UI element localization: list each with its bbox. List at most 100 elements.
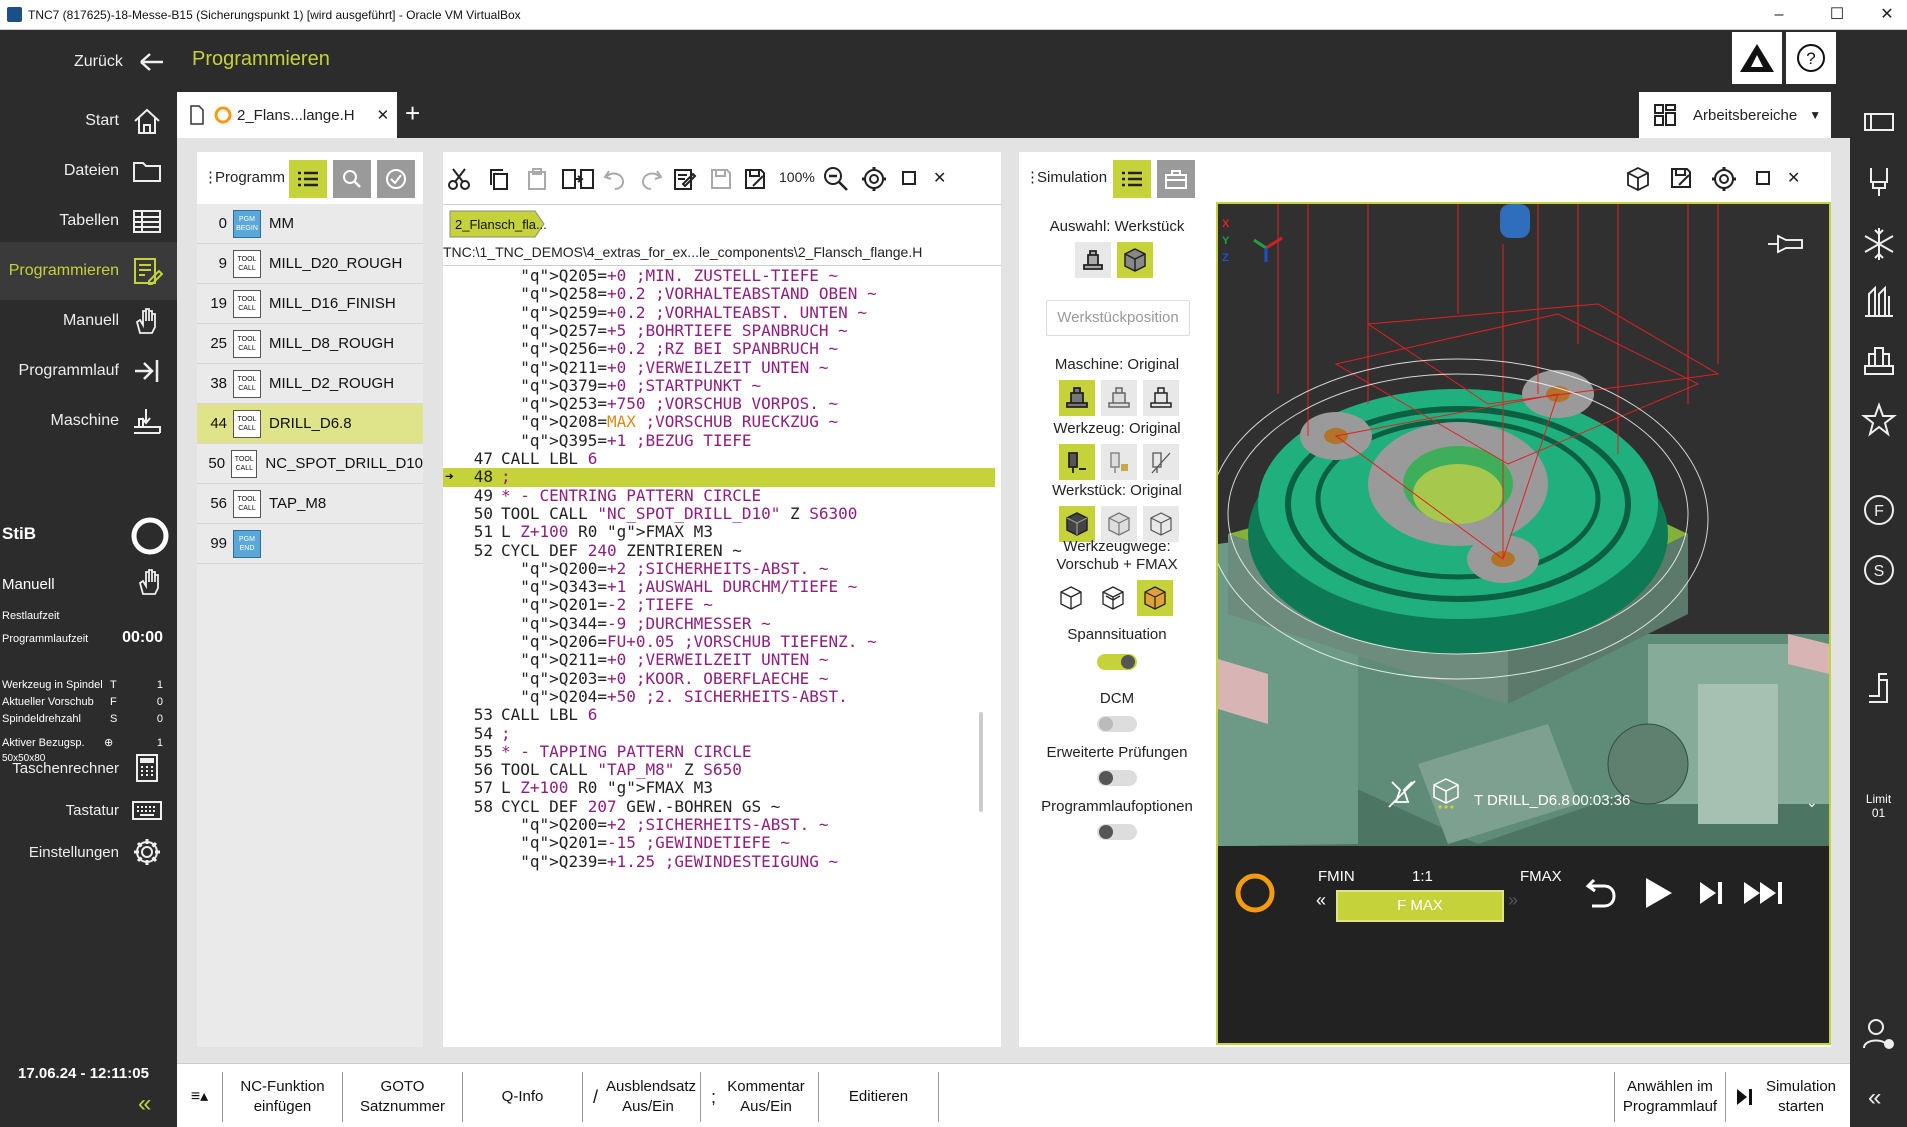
gear-icon[interactable]	[1711, 166, 1737, 192]
back-button[interactable]: Zurück	[74, 50, 167, 74]
minimize-icon[interactable]: –	[1768, 4, 1790, 26]
code-line[interactable]: "q">Q203=+0 ;KOOR. OBERFLAECHE ~	[443, 669, 995, 688]
tool-transparent-button[interactable]	[1101, 444, 1137, 480]
code-line[interactable]: 47 CALL LBL 6	[443, 449, 995, 468]
cube-stock-icon[interactable]	[1430, 776, 1462, 810]
machine-original-button[interactable]	[1059, 380, 1095, 416]
faster-icon[interactable]: »	[1508, 890, 1518, 911]
nav-maschine[interactable]: Maschine	[0, 392, 177, 450]
tool-magazine-icon[interactable]	[1861, 284, 1897, 320]
check-button[interactable]	[377, 160, 415, 198]
redo-icon[interactable]	[639, 167, 663, 191]
select-fixture-button[interactable]	[1075, 242, 1111, 278]
program-row[interactable]: 44 TOOL CALL DRILL_D6.8	[197, 404, 423, 444]
toolpath-feed-button[interactable]	[1095, 580, 1131, 616]
code-line[interactable]: "q">Q344=-9 ;DURCHMESSER ~	[443, 614, 995, 633]
code-line[interactable]: "q">Q211=+0 ;VERWEILZEIT UNTEN ~	[443, 651, 995, 669]
softkey-nc-funktion[interactable]: NC-Funktion einfügen	[223, 1072, 343, 1122]
save-icon[interactable]	[709, 167, 733, 191]
close-panel-icon[interactable]: ✕	[933, 168, 946, 188]
close-tab-icon[interactable]: ✕	[377, 106, 390, 124]
program-row[interactable]: 19 TOOL CALL MILL_D16_FINISH	[197, 284, 423, 324]
search-button[interactable]	[333, 160, 371, 198]
code-line[interactable]: "q">Q256=+0.2 ;RZ BEI SPANBRUCH ~	[443, 340, 995, 358]
star-icon[interactable]	[1861, 402, 1897, 438]
workpiece-wireframe-button[interactable]	[1143, 506, 1179, 542]
select-workpiece-button[interactable]	[1117, 242, 1153, 278]
user-icon[interactable]	[1861, 1016, 1897, 1052]
program-row[interactable]: 25 TOOL CALL MILL_D8_ROUGH	[197, 324, 423, 364]
tool-wireframe-button[interactable]	[1143, 444, 1179, 480]
undo-icon[interactable]	[603, 167, 627, 191]
list-view-button[interactable]	[289, 160, 327, 198]
softkey-editieren[interactable]: Editieren	[819, 1072, 939, 1122]
erweiterte-toggle[interactable]	[1097, 770, 1137, 786]
slower-icon[interactable]: «	[1316, 890, 1326, 911]
code-line[interactable]: "q">Q211=+0 ;VERWEILZEIT UNTEN ~	[443, 358, 995, 377]
softkey-menu-button[interactable]: ≡▴	[177, 1072, 223, 1122]
code-line[interactable]: 49 * - CENTRING PATTERN CIRCLE	[443, 486, 995, 505]
code-line[interactable]: "q">Q257=+5 ;BOHRTIEFE SPANBRUCH ~	[443, 321, 995, 340]
coolant-icon[interactable]	[1861, 226, 1897, 262]
sim-settings-list-button[interactable]	[1113, 160, 1151, 198]
code-line[interactable]: 51 L Z+100 R0 "g">FMAX M3	[443, 522, 995, 541]
spindle-override-icon[interactable]: S	[1861, 552, 1897, 588]
breadcrumb[interactable]: 2_Flansch_fla...	[449, 210, 547, 238]
zoom-icon[interactable]	[823, 166, 849, 192]
taschenrechner-button[interactable]: Taschenrechner	[0, 744, 177, 792]
close-icon[interactable]: ✕	[1876, 4, 1898, 26]
panel-toggle-icon[interactable]	[1861, 104, 1897, 140]
warning-button[interactable]	[1732, 32, 1782, 84]
add-tab-button[interactable]: +	[405, 98, 420, 129]
speed-slider[interactable]: F MAX	[1336, 890, 1504, 922]
maximize-panel-icon[interactable]	[901, 170, 917, 186]
code-line[interactable]: 55 * - TAPPING PATTERN CIRCLE	[443, 742, 995, 761]
code-line[interactable]: 58 CYCL DEF 207 GEW.-BOHREN GS ~	[443, 797, 995, 816]
machine-wireframe-button[interactable]	[1143, 380, 1179, 416]
tab-file[interactable]: 2_Flans...lange.H ✕	[177, 92, 397, 138]
tool-original-button[interactable]	[1059, 444, 1095, 480]
einstellungen-button[interactable]: Einstellungen	[0, 828, 177, 876]
code-line[interactable]: "q">Q239=+1.25 ;GEWINDESTEIGUNG ~	[443, 852, 995, 871]
paste-icon[interactable]	[525, 167, 549, 191]
maximize-icon[interactable]: ☐	[1826, 4, 1848, 26]
cube-view-icon[interactable]	[1625, 166, 1651, 192]
play-icon[interactable]	[1638, 874, 1676, 912]
code-area[interactable]: "q">Q205=+0 ;MIN. ZUSTELL-TIEFE ~ "q">Q2…	[443, 267, 1001, 1007]
code-line[interactable]: "q">Q395=+1 ;BEZUG TIEFE	[443, 431, 995, 450]
code-line[interactable]: ➜ 48;	[443, 467, 995, 487]
spannsituation-toggle[interactable]	[1097, 654, 1137, 670]
programmlaufoptionen-toggle[interactable]	[1097, 824, 1137, 840]
cut-icon[interactable]	[447, 167, 471, 191]
werkstueckposition-button[interactable]: Werkstückposition	[1046, 300, 1190, 336]
code-line[interactable]: "q">Q259=+0.2 ;VORHALTEABST. UNTEN ~	[443, 303, 995, 322]
program-row[interactable]: 99 PGM END	[197, 524, 423, 564]
workholding-icon[interactable]	[1861, 342, 1897, 378]
code-line[interactable]: "q">Q343=+1 ;AUSWAHL DURCHM/TIEFE ~	[443, 577, 995, 596]
code-line[interactable]: "q">Q253=+750 ;VORSCHUB VORPOS. ~	[443, 394, 995, 413]
code-line[interactable]: "q">Q206=FU+0.05 ;VORSCHUB TIEFENZ. ~	[443, 632, 995, 651]
expand-down-icon[interactable]: ⌄	[1806, 794, 1818, 811]
reset-icon[interactable]	[1584, 876, 1618, 910]
machine-transparent-button[interactable]	[1101, 380, 1137, 416]
code-line[interactable]: 56 TOOL CALL "TAP_M8" Z S650	[443, 760, 995, 779]
code-line[interactable]: 54;	[443, 724, 995, 743]
dcm-toggle[interactable]	[1097, 716, 1137, 732]
arbeitsbereiche-button[interactable]: Arbeitsbereiche ▼	[1639, 92, 1831, 138]
step-forward-icon[interactable]	[1696, 878, 1726, 908]
program-row[interactable]: 50 TOOL CALL NC_SPOT_DRILL_D10	[197, 444, 423, 484]
code-line[interactable]: "q">Q200=+2 ;SICHERHEITS-ABST. ~	[443, 559, 995, 578]
softkey-simulation-starten[interactable]: Simulation starten	[1726, 1072, 1850, 1122]
code-line[interactable]: "q">Q379=+0 ;STARTPUNKT ~	[443, 376, 995, 395]
toolpath-none-button[interactable]	[1053, 580, 1089, 616]
fast-forward-icon[interactable]	[1742, 878, 1786, 908]
softkey-kommentar[interactable]: ; Kommentar Aus/Ein	[701, 1072, 819, 1122]
tool-hidden-icon[interactable]	[1386, 778, 1418, 810]
rapid-override-icon[interactable]	[1861, 670, 1897, 706]
program-row[interactable]: 56 TOOL CALL TAP_M8	[197, 484, 423, 524]
softkey-ausblendsatz[interactable]: / Ausblendsatz Aus/Ein	[583, 1072, 701, 1122]
program-row[interactable]: 0 PGM BEGIN MM	[197, 204, 423, 244]
code-line[interactable]: 53 CALL LBL 6	[443, 705, 995, 724]
view-pin-icon[interactable]	[1766, 232, 1806, 256]
spindle-icon[interactable]	[1861, 164, 1897, 200]
